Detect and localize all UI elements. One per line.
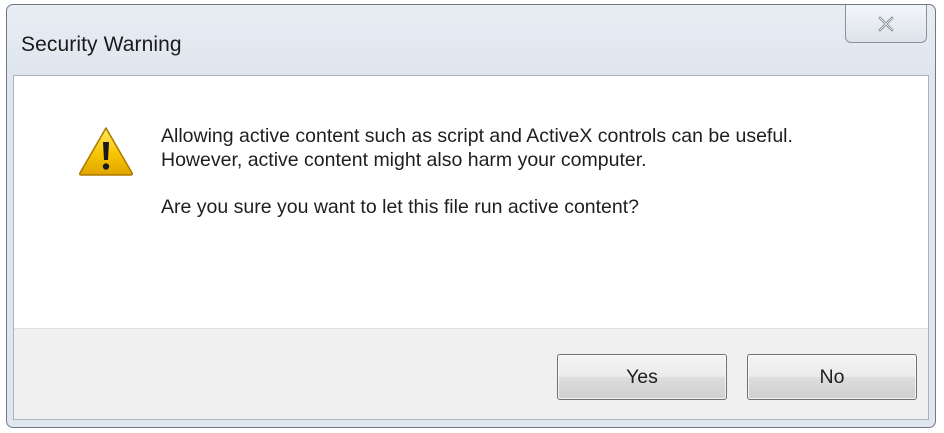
message-text-harm: However, active content might also harm … (161, 149, 647, 171)
yes-button[interactable]: Yes (557, 354, 727, 400)
button-bar: Yes No (14, 328, 928, 419)
no-button[interactable]: No (747, 354, 917, 400)
warning-message: Allowing active content such as script a… (161, 124, 901, 219)
title-bar[interactable]: Security Warning (7, 5, 935, 75)
close-button[interactable] (845, 5, 927, 43)
window-title: Security Warning (21, 33, 182, 56)
warning-icon (78, 127, 134, 176)
message-text: Allowing active content such as script a… (161, 125, 793, 147)
message-area: Allowing active content such as script a… (14, 76, 928, 328)
confirmation-question: Are you sure you want to let this file r… (161, 196, 640, 218)
dialog-client-area: Allowing active content such as script a… (13, 75, 929, 420)
close-icon (878, 16, 894, 31)
security-warning-dialog: Security Warning Allowing active content… (6, 4, 936, 428)
